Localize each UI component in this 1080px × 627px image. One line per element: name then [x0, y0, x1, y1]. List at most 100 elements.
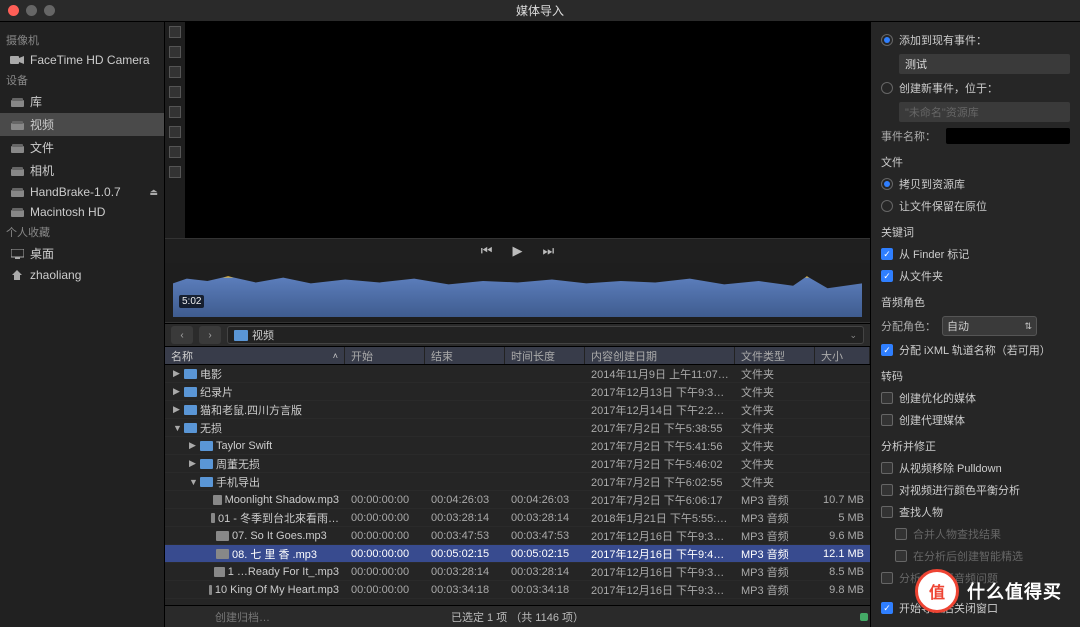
col-duration[interactable]: 时间长度 [505, 347, 585, 364]
thumb-checkbox[interactable] [169, 166, 181, 178]
sidebar-item[interactable]: Macintosh HD [0, 202, 164, 222]
thumb-checkbox[interactable] [169, 146, 181, 158]
disclosure-icon[interactable]: ▶ [173, 386, 181, 397]
checkbox-color[interactable] [881, 484, 893, 496]
folder-icon [184, 423, 197, 433]
col-start[interactable]: 开始 [345, 347, 425, 364]
path-field[interactable]: 视频 ⌄ [227, 326, 864, 344]
nav-forward-button[interactable]: › [199, 326, 221, 344]
tray-icon [10, 165, 24, 177]
prev-button[interactable]: ⏮ [481, 243, 493, 259]
create-archive-button[interactable]: 创建归档… [215, 609, 270, 625]
disclosure-icon[interactable]: ▼ [173, 423, 181, 433]
from-folder-row[interactable]: 从文件夹 [881, 268, 1070, 284]
table-row[interactable]: ▼手机导出2017年7月2日 下午6:02:55文件夹 [165, 473, 870, 491]
event-name-input[interactable] [946, 128, 1070, 144]
radio-create-new[interactable] [881, 82, 893, 94]
col-type[interactable]: 文件类型 [735, 347, 815, 364]
cell-size [815, 391, 870, 393]
thumb-checkbox[interactable] [169, 106, 181, 118]
table-row[interactable]: ▼无损2017年7月2日 下午5:38:55文件夹 [165, 419, 870, 437]
cell-size [815, 481, 870, 483]
col-name[interactable]: 名称˄ [165, 347, 345, 364]
create-proxy-row[interactable]: 创建代理媒体 [881, 412, 1070, 428]
cell-created: 2017年7月2日 下午5:41:56 [585, 437, 735, 455]
table-row[interactable]: ▶Taylor Swift2017年7月2日 下午5:41:56文件夹 [165, 437, 870, 455]
cell-size [815, 409, 870, 411]
table-row[interactable]: ▶猫和老鼠.四川方言版2017年12月14日 下午2:28:…文件夹 [165, 401, 870, 419]
create-new-event-row[interactable]: 创建新事件，位于： [881, 80, 1070, 96]
table-row[interactable]: 08. 七 里 香 .mp300:00:00:0000:05:02:1500:0… [165, 545, 870, 563]
leave-in-place-row[interactable]: 让文件保留在原位 [881, 198, 1070, 214]
from-finder-row[interactable]: 从 Finder 标记 [881, 246, 1070, 262]
radio-leave[interactable] [881, 200, 893, 212]
sidebar-item[interactable]: 库 [0, 90, 164, 113]
next-button[interactable]: ⏭ [543, 243, 555, 259]
cell-type: 文件夹 [735, 473, 815, 491]
zoom-icon[interactable] [44, 5, 55, 16]
thumb-checkbox[interactable] [169, 46, 181, 58]
table-row[interactable]: Moonlight Shadow.mp300:00:00:0000:04:26:… [165, 491, 870, 509]
cell-type: 文件夹 [735, 455, 815, 473]
assign-ixml-row[interactable]: 分配 iXML 轨道名称（若可用） [881, 342, 1070, 358]
table-row[interactable]: 10 King Of My Heart.mp300:00:00:0000:03:… [165, 581, 870, 599]
sidebar-item[interactable]: 桌面 [0, 242, 164, 265]
find-people-row[interactable]: 查找人物 [881, 504, 1070, 520]
table-row[interactable]: ▶纪录片2017年12月13日 下午9:30:…文件夹 [165, 383, 870, 401]
path-bar: ‹ › 视频 ⌄ [165, 323, 870, 347]
thumb-checkbox[interactable] [169, 126, 181, 138]
checkbox-pulldown[interactable] [881, 462, 893, 474]
thumb-checkbox[interactable] [169, 86, 181, 98]
add-to-existing-row[interactable]: 添加到现有事件： [881, 32, 1070, 48]
radio-copy[interactable] [881, 178, 893, 190]
create-optimized-row[interactable]: 创建优化的媒体 [881, 390, 1070, 406]
eject-icon[interactable]: ⏏ [149, 187, 158, 198]
play-button[interactable]: ▶ [513, 243, 523, 259]
table-row[interactable]: 07. So It Goes.mp300:00:00:0000:03:47:53… [165, 527, 870, 545]
disclosure-icon[interactable]: ▶ [173, 368, 181, 379]
table-row[interactable]: 01 - 冬季到台北來看雨…00:00:00:0000:03:28:1400:0… [165, 509, 870, 527]
minimize-icon[interactable] [26, 5, 37, 16]
label: 创建新事件，位于： [899, 80, 998, 96]
statusbar: 创建归档… 已选定 1 项 （共 1146 项） [165, 605, 870, 627]
file-name: 07. So It Goes.mp3 [232, 530, 327, 542]
color-balance-row[interactable]: 对视频进行颜色平衡分析 [881, 482, 1070, 498]
nav-back-button[interactable]: ‹ [171, 326, 193, 344]
waveform-area[interactable]: 5:02 [165, 263, 870, 323]
checkbox-close-after[interactable] [881, 602, 893, 614]
table-row[interactable]: ▶周董无损2017年7月2日 下午5:46:02文件夹 [165, 455, 870, 473]
sidebar-item[interactable]: 视频 [0, 113, 164, 136]
thumb-checkbox[interactable] [169, 66, 181, 78]
thumb-checkbox[interactable] [169, 26, 181, 38]
disclosure-icon[interactable]: ▶ [189, 440, 197, 451]
sidebar-item[interactable]: FaceTime HD Camera [0, 50, 164, 70]
disclosure-icon[interactable]: ▼ [189, 477, 197, 487]
table-row[interactable]: ▶电影2014年11月9日 上午11:07:…文件夹 [165, 365, 870, 383]
existing-event-select[interactable]: 测试 [899, 54, 1070, 74]
sidebar-item[interactable]: HandBrake-1.0.7⏏ [0, 182, 164, 202]
checkbox-ixml[interactable] [881, 344, 893, 356]
role-select[interactable]: 自动⇅ [942, 316, 1037, 336]
play-controls: ⏮ ▶ ⏭ [165, 239, 870, 263]
checkbox-finder[interactable] [881, 248, 893, 260]
file-name: 周董无损 [216, 456, 260, 472]
sidebar-item[interactable]: zhaoliang [0, 265, 164, 285]
disclosure-icon[interactable]: ▶ [189, 458, 197, 469]
checkbox-proxy[interactable] [881, 414, 893, 426]
cell-type: 文件夹 [735, 365, 815, 383]
col-end[interactable]: 结束 [425, 347, 505, 364]
table-row[interactable]: 1 …Ready For It_.mp300:00:00:0000:03:28:… [165, 563, 870, 581]
disclosure-icon[interactable]: ▶ [173, 404, 181, 415]
checkbox-folder[interactable] [881, 270, 893, 282]
sidebar-item[interactable]: 文件 [0, 136, 164, 159]
col-size[interactable]: 大小 [815, 347, 870, 364]
sidebar-item[interactable]: 相机 [0, 159, 164, 182]
checkbox-people[interactable] [881, 506, 893, 518]
copy-to-library-row[interactable]: 拷贝到资源库 [881, 176, 1070, 192]
sidebar-item-label: 相机 [30, 162, 54, 179]
close-icon[interactable] [8, 5, 19, 16]
remove-pulldown-row[interactable]: 从视频移除 Pulldown [881, 460, 1070, 476]
col-created[interactable]: 内容创建日期 [585, 347, 735, 364]
checkbox-optimized[interactable] [881, 392, 893, 404]
radio-add-existing[interactable] [881, 34, 893, 46]
